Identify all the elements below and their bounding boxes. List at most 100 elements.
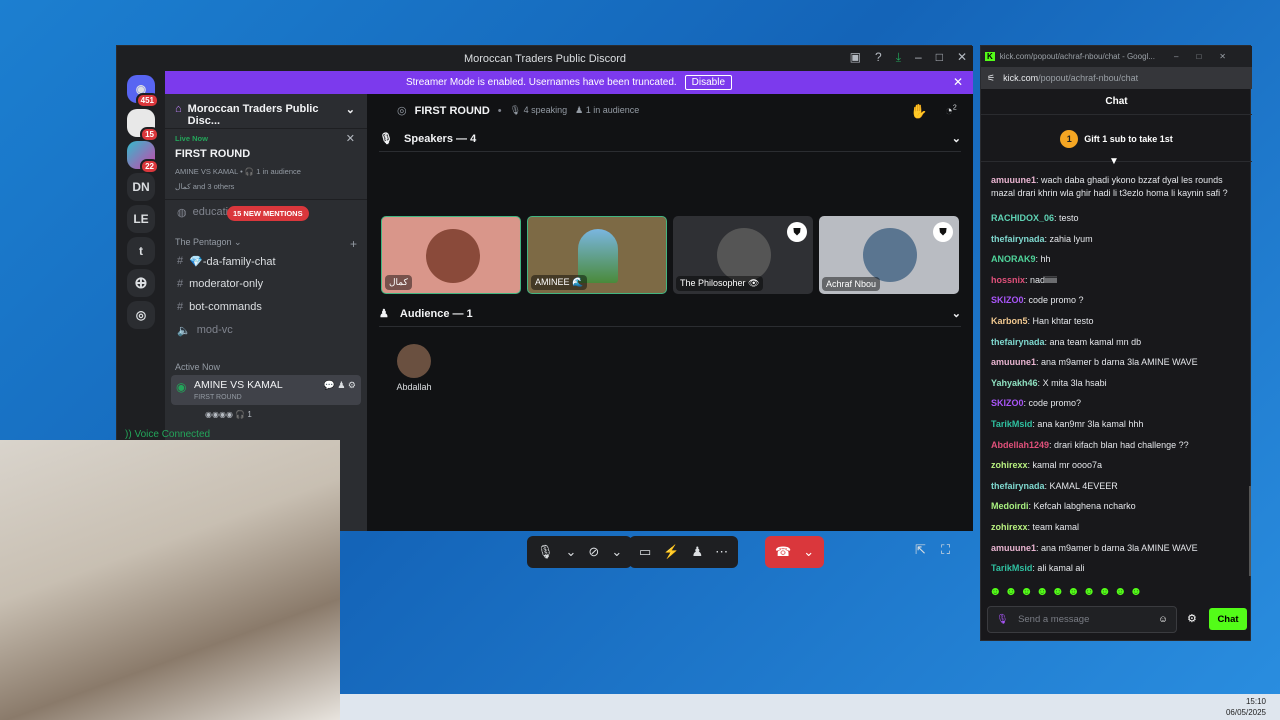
server-icon[interactable]: 22 [127,141,159,174]
channel-da-family-chat[interactable]: # 💎-da-family-chat [173,250,359,272]
server-t[interactable]: t [127,237,155,265]
server-icon[interactable]: 15 [127,109,159,142]
disable-streamer-mode-button[interactable]: Disable [684,75,733,90]
close-button[interactable]: ✕ [957,50,967,65]
chat-username[interactable]: SKIZO0 [991,295,1024,305]
channel-moderator-only[interactable]: # moderator-only [173,273,359,295]
audience-section-header[interactable]: ♟ Audience — 1 ⌄ [379,307,961,327]
chat-username[interactable]: TarikMsid [991,563,1032,573]
download-icon[interactable]: ⤓ [896,50,901,65]
chat-text: Kefcah labghena ncharko [1033,501,1136,512]
camera-off-icon[interactable]: ⊘ [588,544,599,560]
site-settings-icon[interactable]: ⚟ [987,73,995,84]
discover-icon[interactable]: ◎ [127,301,155,329]
stage-actions: ▭ ⚡ ♟ ⋯ [629,536,739,568]
chat-username[interactable]: amuuune1 [991,175,1036,185]
chat-username[interactable]: thefairynada [991,337,1045,347]
speaker-name: The Philosopher 👁 [676,276,764,291]
home-button[interactable]: ◉ 451 [127,75,159,108]
active-stage-item[interactable]: ◉ AMINE VS KAMAL FIRST ROUND 💬 ♟ ⚙ [171,375,361,405]
chevron-down-icon[interactable]: ⌄ [611,544,622,560]
speaker-tile[interactable]: ⛊ Achraf Nbou [819,216,959,294]
chat-username[interactable]: TarikMsid [991,419,1032,429]
address-bar[interactable]: ⚟ kick.com/popout/achraf-nbou/chat [981,67,1252,89]
chat-text: KAMAL 4EVEER [1049,480,1118,491]
fullscreen-icon[interactable]: ⛶ [941,542,950,558]
maximize-button[interactable]: □ [936,50,943,65]
streamer-mode-banner: Streamer Mode is enabled. Usernames have… [165,71,973,94]
settings-icon[interactable]: ⚙ [1187,612,1197,625]
chat-username[interactable]: Karbon5 [991,316,1028,326]
message-input[interactable]: 🎙 Send a message ☺ [987,606,1177,633]
hang-up-icon: ☎ [775,544,792,559]
help-icon[interactable]: ? [875,50,882,65]
send-chat-button[interactable]: Chat [1209,608,1247,630]
category-header[interactable]: The Pentagon ⌄ + [175,237,357,251]
audience-member[interactable]: Abdallah [395,344,433,392]
window-controls[interactable]: –□✕ [1174,52,1244,61]
chat-username[interactable]: amuuune1 [991,543,1036,553]
chat-username[interactable]: Medoirdi [991,501,1029,511]
channel-mod-vc[interactable]: 🔈 mod-vc [173,319,359,341]
channel-label: bot-commands [189,301,262,313]
moderator-shield-icon: ⛊ [787,222,807,242]
server-le[interactable]: LE [127,205,155,233]
chat-username[interactable]: Abdellah1249 [991,440,1049,450]
microphone-icon[interactable]: 🎙 [537,544,554,560]
live-now-card[interactable]: Live Now ✕ FIRST ROUND AMINE VS KAMAL • … [165,128,367,200]
invite-icon[interactable]: ♟ [691,544,703,560]
chevron-down-icon: ⌄ [951,308,961,320]
scrollbar[interactable] [1249,486,1251,576]
microphone-icon[interactable]: 🎙 [996,614,1008,625]
speaker-tile[interactable]: كمال [381,216,521,294]
leave-stage-button[interactable]: ☎ ⌄ [765,536,825,568]
chat-username[interactable]: zohirexx [991,460,1028,470]
emoji-icon[interactable]: ☺ [1158,614,1168,625]
speaker-tile[interactable]: AMINEE 🌊 [527,216,667,294]
chat-text: ali kamal ali [1037,563,1085,574]
screen-share-icon[interactable]: ▭ [639,544,651,560]
stage-participants: ◉◉◉◉ 🎧 1 [205,410,252,419]
add-server-icon[interactable]: ⊕ [127,269,155,297]
chat-username[interactable]: thefairynada [991,234,1045,244]
new-mentions-pill[interactable]: 15 NEW MENTIONS [227,206,309,221]
popout-icon[interactable]: ⇱ [915,542,926,558]
raise-hand-icon[interactable]: ✋ [910,103,927,120]
activity-icon[interactable]: ⚡ [663,544,679,560]
avatar [717,228,771,282]
chat-text: X mita 3la hsabi [1042,377,1107,388]
chat-username[interactable]: zohirexx [991,522,1028,532]
add-channel-icon[interactable]: + [350,237,357,251]
close-icon[interactable]: ✕ [346,132,355,145]
live-title: FIRST ROUND [175,148,251,160]
pinned-toggle-icon[interactable]: ▼ [1109,156,1119,167]
minimize-button[interactable]: – [915,50,922,65]
server-badge: 22 [140,159,159,174]
server-header[interactable]: ⌂ Moroccan Traders Public Disc... ⌄ [175,103,355,127]
audience-header: Audience — 1 [399,308,473,320]
chat-username[interactable]: amuuune1 [991,357,1036,367]
stage-icon: ◎ [397,105,407,117]
live-now-label: Live Now [175,134,208,143]
server-dn[interactable]: DN [127,173,155,201]
chat-username[interactable]: thefairynada [991,481,1045,491]
close-banner-icon[interactable]: ✕ [953,75,963,89]
inbox-icon[interactable]: ▣ [850,50,861,65]
speaker-name: كمال [385,275,412,290]
speaker-tile[interactable]: ⛊ The Philosopher 👁 [673,216,813,294]
chat-username[interactable]: ANORAK9 [991,254,1036,264]
clock[interactable]: 15:10 06/05/2025 [1226,696,1266,718]
chat-username[interactable]: SKIZO0 [991,398,1024,408]
speakers-section-header[interactable]: 🎙 Speakers — 4 ⌄ [379,132,961,152]
chevron-down-icon[interactable]: ⌄ [566,544,577,560]
hands-queue-icon[interactable]: ◔2 [945,103,957,118]
chat-username[interactable]: RACHIDOX_06 [991,213,1054,223]
more-icon[interactable]: ⋯ [715,544,728,560]
channel-bot-commands[interactable]: # bot-commands [173,296,359,318]
chat-username[interactable]: hossnix [991,275,1025,285]
chat-username[interactable]: Yahyakh46 [991,378,1038,388]
mic-video-controls: 🎙 ⌄ ⊘ ⌄ [527,536,633,568]
chat-message: amuuune1: wach daba ghadi ykono bzzaf dy… [991,175,1228,198]
emote-bar[interactable]: ☻☻☻☻☻☻☻☻☻☻ [989,584,1145,598]
stage-actions-icons[interactable]: 💬 ♟ ⚙ [324,380,356,391]
